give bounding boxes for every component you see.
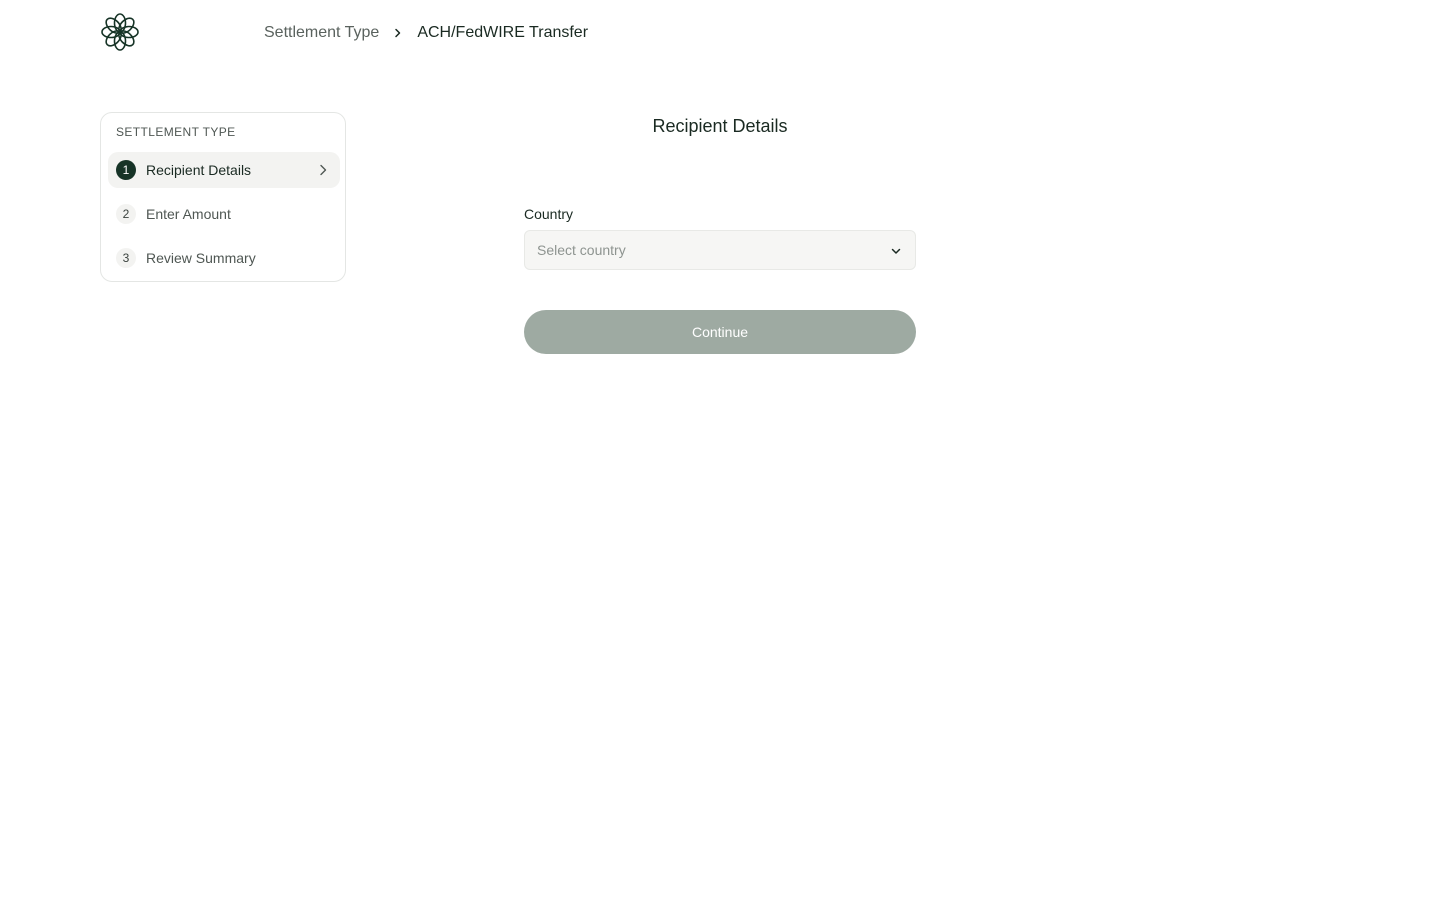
- step-label: Enter Amount: [146, 206, 231, 222]
- breadcrumb-settlement-type[interactable]: Settlement Type: [264, 24, 379, 42]
- form-title: Recipient Details: [652, 116, 788, 136]
- chevron-down-icon: [889, 244, 903, 258]
- settlement-stepper: SETTLEMENT TYPE 1 Recipient Details 2 En…: [100, 112, 346, 282]
- country-select-placeholder: Select country: [537, 242, 626, 258]
- step-number: 2: [116, 204, 136, 224]
- continue-button[interactable]: Continue: [524, 310, 916, 354]
- step-number: 1: [116, 160, 136, 180]
- chevron-right-icon: [316, 163, 330, 177]
- page: Settlement Type ACH/FedWIRE Transfer SET…: [0, 0, 1440, 900]
- step-review-summary[interactable]: 3 Review Summary: [108, 240, 340, 276]
- step-label: Review Summary: [146, 250, 256, 266]
- step-recipient-details[interactable]: 1 Recipient Details: [108, 152, 340, 188]
- country-label: Country: [524, 206, 574, 222]
- step-enter-amount[interactable]: 2 Enter Amount: [108, 196, 340, 232]
- flower-logo-icon[interactable]: [100, 12, 140, 52]
- chevron-right-icon: [391, 26, 405, 40]
- country-select[interactable]: Select country: [524, 230, 916, 270]
- breadcrumb: Settlement Type ACH/FedWIRE Transfer: [264, 22, 588, 44]
- breadcrumb-current: ACH/FedWIRE Transfer: [417, 24, 589, 41]
- step-number: 3: [116, 248, 136, 268]
- step-label: Recipient Details: [146, 162, 252, 178]
